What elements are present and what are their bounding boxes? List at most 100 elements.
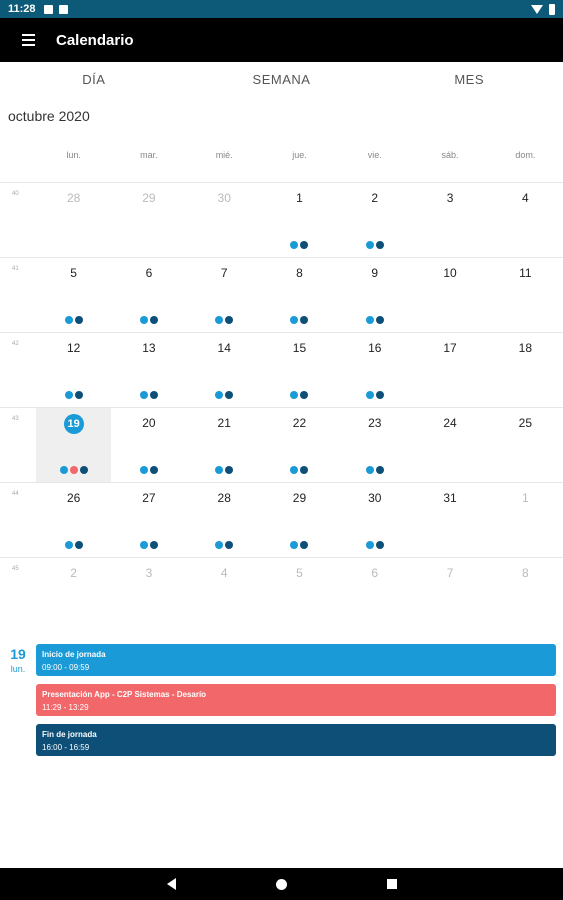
agenda-event[interactable]: Presentación App - C2P Sistemas - Desarí… [36, 684, 556, 716]
day-cell[interactable]: 3 [111, 558, 186, 633]
day-number: 27 [142, 491, 156, 505]
day-cell[interactable]: 6 [337, 558, 412, 633]
day-cell[interactable]: 20 [111, 408, 186, 483]
event-dot [149, 391, 158, 399]
day-cell[interactable]: 5 [262, 558, 337, 633]
day-cell[interactable]: 12 [36, 333, 111, 408]
weekday-label: mar. [140, 150, 158, 160]
day-cell[interactable]: 4 [187, 558, 262, 633]
day-cell[interactable]: 13 [111, 333, 186, 408]
day-cell[interactable]: 2 [337, 183, 412, 258]
event-dot [290, 316, 299, 324]
day-cell[interactable]: 24 [412, 408, 487, 483]
day-cell[interactable]: 7 [187, 258, 262, 333]
day-cell[interactable]: 1 [488, 483, 563, 558]
event-dot [300, 541, 309, 549]
day-cell[interactable]: 5 [36, 258, 111, 333]
event-dot [149, 466, 158, 474]
event-dot [225, 316, 234, 324]
event-dot [79, 466, 88, 474]
day-number: 12 [66, 341, 81, 355]
day-cell[interactable]: 4 [488, 183, 563, 258]
day-cell[interactable]: 9 [337, 258, 412, 333]
day-number: 4 [220, 566, 228, 580]
tab-day[interactable]: DÍA [0, 62, 188, 98]
event-dot [215, 541, 224, 549]
sd-card-icon [58, 4, 68, 14]
day-cell[interactable]: 6 [111, 258, 186, 333]
day-cell[interactable]: 29 [262, 483, 337, 558]
day-number: 2 [70, 566, 77, 580]
back-icon[interactable] [166, 878, 176, 890]
event-dot [64, 316, 73, 324]
week-row: 43 19 20 21 22 23 24 25 [0, 407, 563, 483]
event-dot [225, 391, 234, 399]
day-cell[interactable]: 8 [488, 558, 563, 633]
day-cell[interactable]: 15 [262, 333, 337, 408]
day-cell[interactable]: 30 [187, 183, 262, 258]
event-dots [337, 391, 412, 399]
week-row: 45 2 3 4 5 6 7 8 [0, 557, 563, 632]
event-time: 09:00 - 09:59 [42, 663, 90, 672]
day-cell[interactable]: 27 [111, 483, 186, 558]
day-cell[interactable]: 26 [36, 483, 111, 558]
event-dot [375, 316, 384, 324]
day-cell[interactable]: 21 [187, 408, 262, 483]
week-row: 40 28 29 30 1 2 3 4 [0, 182, 563, 257]
day-cell[interactable]: 3 [412, 183, 487, 258]
agenda-event[interactable]: Fin de jornada 16:00 - 16:59 [36, 724, 556, 756]
month-grid: 40 28 29 30 1 2 3 4 41 5 6 7 8 9 10 11 42 12 13 14 15 16 17 18 4… [0, 182, 563, 632]
day-cell[interactable]: 11 [488, 258, 563, 333]
tab-week[interactable]: SEMANA [188, 62, 376, 98]
day-cell[interactable]: 17 [412, 333, 487, 408]
week-number: 43 [12, 416, 19, 422]
event-dot [300, 241, 309, 249]
day-cell[interactable]: 28 [36, 183, 111, 258]
day-number: 24 [443, 416, 457, 430]
day-cell[interactable]: 31 [412, 483, 487, 558]
event-dots [111, 466, 186, 474]
day-cell[interactable]: 10 [412, 258, 487, 333]
notification-icon [43, 4, 53, 14]
event-dots [337, 466, 412, 474]
page-title: Calendario [56, 31, 134, 49]
day-cell[interactable]: 23 [337, 408, 412, 483]
day-cell[interactable]: 28 [187, 483, 262, 558]
tab-month[interactable]: MES [375, 62, 563, 98]
battery-icon [549, 3, 555, 15]
event-dots [262, 316, 337, 324]
event-dots [337, 316, 412, 324]
day-cell[interactable]: 8 [262, 258, 337, 333]
week-number: 40 [12, 191, 19, 197]
event-dot [74, 391, 83, 399]
day-cell[interactable]: 7 [412, 558, 487, 633]
event-dot [215, 391, 224, 399]
event-dot [149, 316, 158, 324]
day-cell[interactable]: 29 [111, 183, 186, 258]
day-cell[interactable]: 25 [488, 408, 563, 483]
menu-icon[interactable] [0, 18, 56, 62]
day-number: 5 [70, 266, 77, 280]
day-cell[interactable]: 19 [36, 408, 112, 483]
day-cell[interactable]: 22 [262, 408, 337, 483]
day-cell[interactable]: 1 [262, 183, 337, 258]
day-cell[interactable]: 30 [337, 483, 412, 558]
weekday-label: mié. [215, 150, 233, 160]
home-icon[interactable] [275, 878, 287, 890]
day-number: 3 [145, 566, 153, 580]
recents-icon[interactable] [386, 879, 397, 889]
day-number: 9 [371, 266, 379, 280]
event-dots [111, 541, 186, 549]
day-number: 21 [217, 416, 231, 430]
day-cell[interactable]: 16 [337, 333, 412, 408]
event-time: 16:00 - 16:59 [42, 743, 90, 752]
agenda-event[interactable]: Inicio de jornada 09:00 - 09:59 [36, 644, 556, 676]
weekday-label: sáb. [441, 150, 459, 160]
day-cell[interactable]: 2 [36, 558, 111, 633]
event-dot [290, 391, 299, 399]
event-dot [149, 541, 158, 549]
day-cell[interactable]: 14 [187, 333, 262, 408]
day-cell[interactable]: 18 [488, 333, 563, 408]
day-number: 22 [292, 416, 307, 430]
day-number: 8 [296, 266, 303, 280]
